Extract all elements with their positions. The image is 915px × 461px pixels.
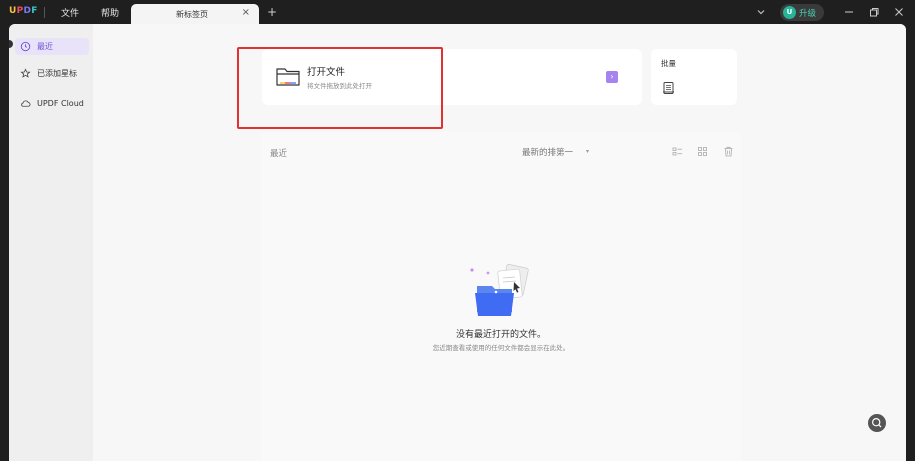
upgrade-button[interactable]: U 升级 <box>780 4 824 21</box>
menu-help[interactable]: 帮助 <box>101 6 119 19</box>
empty-folder-illustration <box>470 264 529 316</box>
sidebar-item-label: 已添加星标 <box>37 69 77 78</box>
sidebar-item-label: 最近 <box>37 42 53 51</box>
upgrade-badge: U <box>783 6 796 19</box>
batch-documents-icon <box>663 82 674 94</box>
empty-state-subtitle: 您近期查看或使用的任何文件都会显示在此处。 <box>432 344 570 352</box>
chevron-down-icon[interactable]: ▾ <box>586 148 589 155</box>
close-icon[interactable]: × <box>242 7 250 18</box>
upgrade-label: 升级 <box>799 9 817 19</box>
recent-files-panel: 最近 最新的排第一 ▾ 没有最近打开的文件。 您近期查看或使用的任何文件都会显示… <box>261 132 741 461</box>
sidebar-item-label: UPDF Cloud <box>37 99 84 108</box>
sidebar: 最近 已添加星标 UPDF Cloud <box>9 24 93 461</box>
restore-icon[interactable] <box>867 5 881 19</box>
logo-letter-d: D <box>23 6 32 16</box>
highlight-box <box>237 47 443 129</box>
open-file-arrow-button[interactable]: › <box>606 71 618 83</box>
grid-view-icon[interactable] <box>697 146 708 157</box>
minimize-icon[interactable] <box>842 5 856 19</box>
search-icon[interactable] <box>868 414 886 432</box>
logo-letter-p: P <box>16 6 24 16</box>
sidebar-item-recent[interactable]: 最近 <box>15 38 89 55</box>
close-window-icon[interactable] <box>892 5 906 19</box>
cloud-icon <box>21 100 31 107</box>
sidebar-item-starred[interactable]: 已添加星标 <box>15 65 89 82</box>
trash-icon[interactable] <box>723 146 734 157</box>
list-view-icon[interactable] <box>672 146 683 157</box>
empty-state-title: 没有最近打开的文件。 <box>455 330 546 340</box>
main-content: 打开文件 将文件拖放到此处打开 › 批量 最近 最新的排第一 ▾ 没有最近打开的… <box>93 24 906 461</box>
updf-logo: U P D F <box>9 6 38 16</box>
app-window: 最近 已添加星标 UPDF Cloud 打开文件 将文件拖放到此处打开 › 批量… <box>9 24 906 461</box>
sidebar-item-cloud[interactable]: UPDF Cloud <box>15 95 89 112</box>
menu-file[interactable]: 文件 <box>61 6 79 19</box>
title-bar: U P D F 文件 帮助 新标签页 × + U 升级 <box>0 0 915 24</box>
recent-section-title: 最近 <box>270 149 288 159</box>
chevron-down-icon[interactable] <box>755 6 767 18</box>
clock-icon <box>20 41 31 52</box>
logo-letter-f: F <box>31 6 38 16</box>
sort-dropdown[interactable]: 最新的排第一 <box>522 146 573 158</box>
tab-new-tab[interactable]: 新标签页 × <box>131 4 259 24</box>
star-icon <box>20 68 31 78</box>
batch-card[interactable]: 批量 <box>651 49 737 105</box>
title-divider <box>44 7 45 18</box>
add-tab-icon[interactable]: + <box>267 5 277 19</box>
batch-title: 批量 <box>661 59 676 68</box>
tab-label: 新标签页 <box>176 10 208 19</box>
logo-letter-u: U <box>9 6 17 16</box>
